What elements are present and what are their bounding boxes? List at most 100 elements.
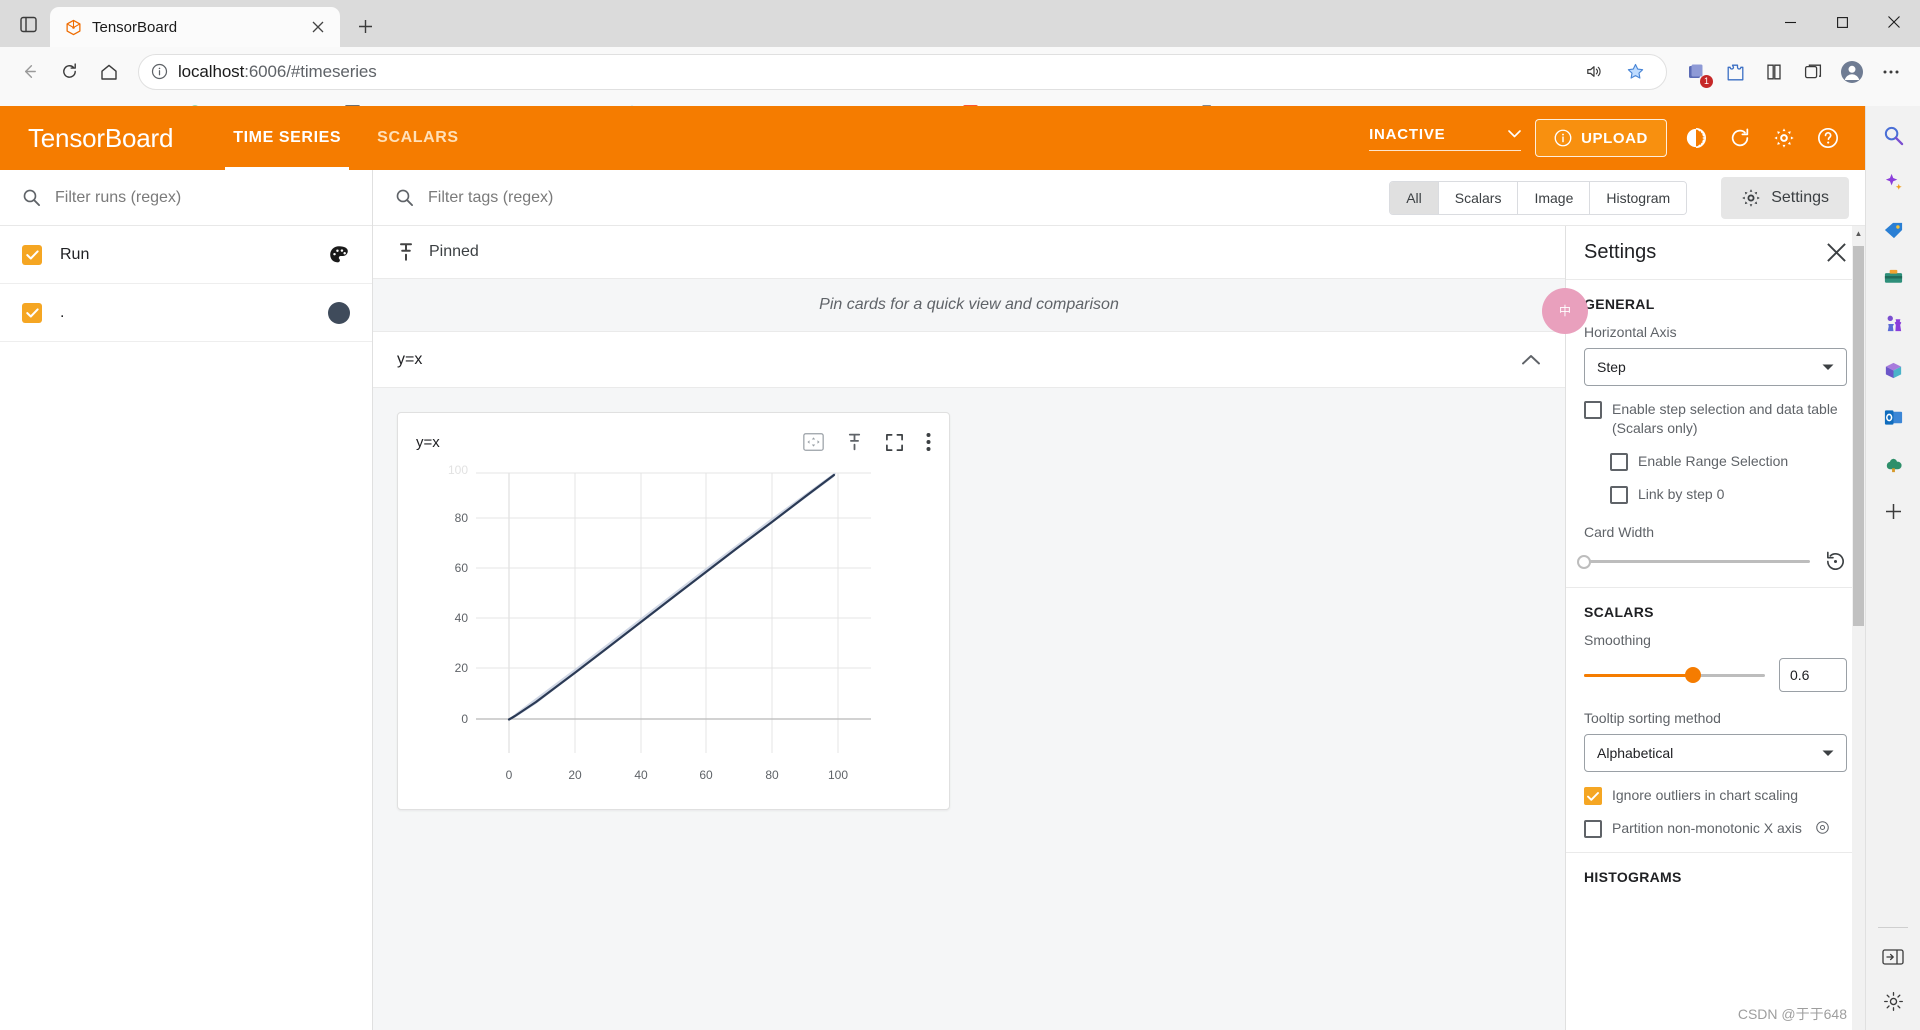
- filter-image[interactable]: Image: [1518, 181, 1591, 214]
- upload-button[interactable]: UPLOAD: [1535, 119, 1667, 157]
- collections-icon[interactable]: 1: [1677, 53, 1715, 91]
- ignore-outliers-row[interactable]: Ignore outliers in chart scaling: [1584, 786, 1847, 805]
- home-icon[interactable]: [90, 53, 128, 91]
- reload-icon[interactable]: [1725, 123, 1755, 153]
- read-aloud-icon[interactable]: [1574, 53, 1612, 91]
- run-row-header[interactable]: Run: [0, 226, 372, 284]
- enable-step-selection-row[interactable]: Enable step selection and data table (Sc…: [1584, 400, 1847, 438]
- close-window-icon[interactable]: [1868, 0, 1920, 44]
- run-checkbox[interactable]: [22, 302, 42, 323]
- help-icon[interactable]: [1813, 123, 1843, 153]
- enable-range-selection-checkbox[interactable]: [1610, 453, 1628, 471]
- card-width-slider-knob[interactable]: [1577, 554, 1591, 569]
- tooltip-sort-select[interactable]: Alphabetical: [1584, 734, 1847, 772]
- close-icon[interactable]: [1826, 242, 1847, 263]
- tag-filter-input[interactable]: Filter tags (regex): [428, 189, 1375, 207]
- games-icon[interactable]: [1878, 308, 1908, 338]
- outlook-icon[interactable]: [1878, 402, 1908, 432]
- smoothing-slider[interactable]: [1584, 667, 1765, 683]
- filter-scalars[interactable]: Scalars: [1438, 181, 1519, 214]
- copilot-icon[interactable]: [1878, 167, 1908, 197]
- tag-group-header[interactable]: y=x: [373, 332, 1565, 388]
- close-icon[interactable]: [306, 15, 330, 39]
- content-area: Pinned Pin cards for a quick view and co…: [373, 226, 1865, 1030]
- enable-step-selection-checkbox[interactable]: [1584, 401, 1602, 419]
- link-by-step-checkbox[interactable]: [1610, 486, 1628, 504]
- settings-panel: 中 Settings GENERAL Horizontal Axis Step …: [1542, 226, 1865, 1030]
- more-menu-icon[interactable]: [1872, 53, 1910, 91]
- window-controls: [1764, 0, 1920, 44]
- partition-x-axis-row[interactable]: Partition non-monotonic X axis: [1584, 819, 1847, 838]
- split-screen-icon[interactable]: [1755, 53, 1793, 91]
- link-by-step-row[interactable]: Link by step 0: [1610, 485, 1847, 504]
- star-icon[interactable]: [1616, 53, 1654, 91]
- enable-range-selection-row[interactable]: Enable Range Selection: [1610, 452, 1847, 471]
- reset-icon[interactable]: [1824, 550, 1847, 573]
- card-width-slider-row[interactable]: [1577, 550, 1847, 573]
- chevron-down-icon: [1822, 750, 1834, 757]
- fullscreen-icon[interactable]: [885, 433, 904, 452]
- partition-x-axis-checkbox[interactable]: [1584, 820, 1602, 838]
- tab-scalars[interactable]: SCALARS: [359, 106, 477, 170]
- avatar[interactable]: [1833, 53, 1871, 91]
- run-status-select[interactable]: INACTIVE: [1369, 126, 1522, 151]
- shopping-tag-icon[interactable]: [1878, 214, 1908, 244]
- scrollbar-thumb[interactable]: [1853, 246, 1864, 626]
- svg-text:20: 20: [455, 661, 469, 675]
- tag-group-title: y=x: [397, 350, 423, 368]
- settings-button[interactable]: Settings: [1721, 176, 1849, 219]
- ignore-outliers-checkbox[interactable]: [1584, 787, 1602, 805]
- run-filter-input[interactable]: Filter runs (regex): [55, 189, 181, 207]
- tab-time-series[interactable]: TIME SERIES: [215, 106, 359, 170]
- office-icon[interactable]: [1878, 355, 1908, 385]
- card-width-slider[interactable]: [1577, 554, 1810, 569]
- chart-svg[interactable]: 0 20 40 60 80 100 0 20 40 60 80 100: [416, 461, 932, 791]
- smoothing-slider-row[interactable]: 0.6: [1584, 658, 1847, 692]
- browser-essentials-icon[interactable]: [1794, 53, 1832, 91]
- add-icon[interactable]: [1878, 496, 1908, 526]
- svg-text:80: 80: [765, 768, 779, 782]
- svg-text:100: 100: [448, 463, 468, 477]
- chart[interactable]: 0 20 40 60 80 100 0 20 40 60 80 100: [416, 461, 931, 793]
- settings-gear-icon[interactable]: [1769, 123, 1799, 153]
- reload-icon[interactable]: [50, 53, 88, 91]
- help-circle-icon[interactable]: [1816, 821, 1829, 834]
- smoothing-slider-knob[interactable]: [1684, 667, 1701, 683]
- navigation-bar: localhost:6006/#timeseries 1: [0, 47, 1920, 96]
- filter-histogram[interactable]: Histogram: [1590, 181, 1687, 214]
- minimize-icon[interactable]: [1764, 0, 1816, 44]
- run-filter-row[interactable]: Filter runs (regex): [0, 170, 372, 226]
- upload-button-label: UPLOAD: [1581, 129, 1648, 147]
- browser-tab[interactable]: TensorBoard: [50, 7, 340, 47]
- run-label: .: [60, 303, 65, 321]
- run-checkbox[interactable]: [22, 244, 42, 265]
- settings-scrollbar[interactable]: ▲: [1852, 226, 1865, 1030]
- chevron-up-icon[interactable]: [1521, 353, 1541, 366]
- smoothing-label: Smoothing: [1584, 632, 1651, 648]
- site-info-icon[interactable]: [151, 63, 168, 80]
- toggle-sidebar-icon[interactable]: [1878, 942, 1908, 972]
- color-dot[interactable]: [328, 301, 350, 324]
- drop-icon[interactable]: [1878, 449, 1908, 479]
- pin-icon[interactable]: [846, 432, 863, 452]
- address-bar[interactable]: localhost:6006/#timeseries: [138, 53, 1667, 91]
- filter-all[interactable]: All: [1390, 181, 1439, 214]
- tensorboard-logo[interactable]: TensorBoard: [28, 123, 173, 154]
- dark-mode-icon[interactable]: [1681, 123, 1711, 153]
- run-row[interactable]: .: [0, 284, 372, 342]
- back-arrow-icon[interactable]: [10, 53, 48, 91]
- new-tab-button[interactable]: [348, 9, 382, 43]
- scroll-up-icon[interactable]: ▲: [1852, 226, 1865, 240]
- extensions-icon[interactable]: [1716, 53, 1754, 91]
- search-icon[interactable]: [1878, 120, 1908, 150]
- tools-icon[interactable]: [1878, 261, 1908, 291]
- maximize-icon[interactable]: [1816, 0, 1868, 44]
- sidebar-settings-icon[interactable]: [1878, 986, 1908, 1016]
- fit-domain-icon[interactable]: [803, 433, 824, 451]
- smoothing-value-input[interactable]: 0.6: [1779, 658, 1847, 692]
- tooltip-sort-label: Tooltip sorting method: [1584, 710, 1721, 726]
- more-menu-icon[interactable]: [926, 432, 931, 452]
- tab-actions-icon[interactable]: [8, 4, 48, 44]
- palette-icon[interactable]: [328, 244, 350, 266]
- horizontal-axis-select[interactable]: Step: [1584, 348, 1847, 386]
